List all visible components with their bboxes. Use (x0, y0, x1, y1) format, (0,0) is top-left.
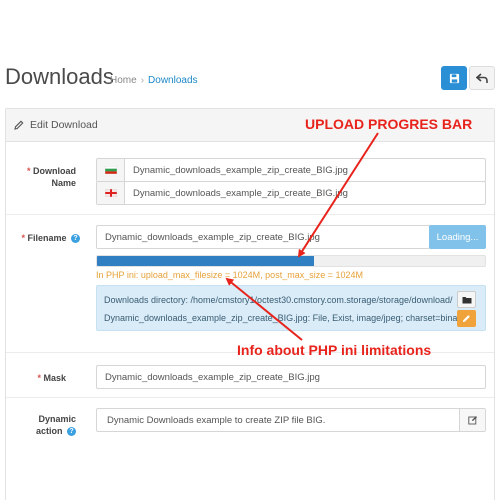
php-ini-info: In PHP ini: upload_max_filesize = 1024M,… (96, 270, 363, 280)
upload-loading-button[interactable]: Loading... (429, 225, 486, 249)
breadcrumb: Home › Downloads (110, 75, 198, 86)
panel-title: Edit Download (30, 119, 98, 131)
upload-progress-bar (96, 255, 486, 267)
breadcrumb-home[interactable]: Home (110, 75, 137, 86)
breadcrumb-separator: › (140, 75, 145, 86)
divider (6, 214, 494, 215)
mask-input[interactable]: Dynamic_downloads_example_zip_create_BIG… (97, 366, 485, 388)
open-folder-button[interactable] (457, 291, 476, 308)
download-name-field-bg[interactable]: Dynamic_downloads_example_zip_create_BIG… (96, 158, 486, 182)
download-name-input-en[interactable]: Dynamic_downloads_example_zip_create_BIG… (125, 182, 485, 204)
required-marker: * (26, 166, 31, 176)
dynamic-action-value[interactable]: Dynamic Downloads example to create ZIP … (97, 409, 459, 431)
english-flag-icon (97, 182, 125, 204)
mask-field[interactable]: Dynamic_downloads_example_zip_create_BIG… (96, 365, 486, 389)
download-name-input-bg[interactable]: Dynamic_downloads_example_zip_create_BIG… (125, 159, 485, 181)
upload-progress-fill (97, 256, 315, 266)
folder-icon (462, 296, 471, 303)
page-title: Downloads (5, 64, 114, 89)
help-icon[interactable]: ? (67, 427, 76, 436)
save-button[interactable] (441, 66, 467, 90)
divider (6, 397, 494, 398)
edit-icon (467, 416, 477, 425)
floppy-disk-icon (449, 73, 459, 83)
file-status-info: Dynamic_downloads_example_zip_create_BIG… (104, 313, 465, 323)
filename-input[interactable]: Dynamic_downloads_example_zip_create_BIG… (97, 226, 429, 248)
edit-action-button[interactable] (459, 409, 485, 431)
dynamic-action-select[interactable]: Dynamic Downloads example to create ZIP … (96, 408, 486, 432)
dynamic-action-label: Dynamic action ? (35, 414, 76, 436)
breadcrumb-current[interactable]: Downloads (148, 75, 197, 86)
back-button[interactable] (469, 66, 495, 90)
download-name-label: * Download Name (26, 166, 76, 188)
mask-label: * Mask (37, 373, 66, 383)
annotation-php-limits: Info about PHP ini limitations (237, 342, 432, 358)
download-name-field-en[interactable]: Dynamic_downloads_example_zip_create_BIG… (96, 181, 486, 205)
file-info-box: Downloads directory: /home/cmstory1/octe… (96, 285, 486, 331)
help-icon[interactable]: ? (71, 234, 80, 243)
pencil-icon (14, 120, 24, 130)
filename-field[interactable]: Dynamic_downloads_example_zip_create_BIG… (96, 225, 430, 249)
filename-label: * Filename ? (14, 232, 80, 244)
pencil-icon (462, 315, 470, 323)
edit-file-button[interactable] (457, 310, 476, 327)
annotation-progress-bar: UPLOAD PROGRES BAR (305, 116, 473, 132)
downloads-directory-info: Downloads directory: /home/cmstory1/octe… (104, 295, 453, 305)
back-arrow-icon (476, 72, 488, 83)
bulgarian-flag-icon (97, 159, 125, 181)
